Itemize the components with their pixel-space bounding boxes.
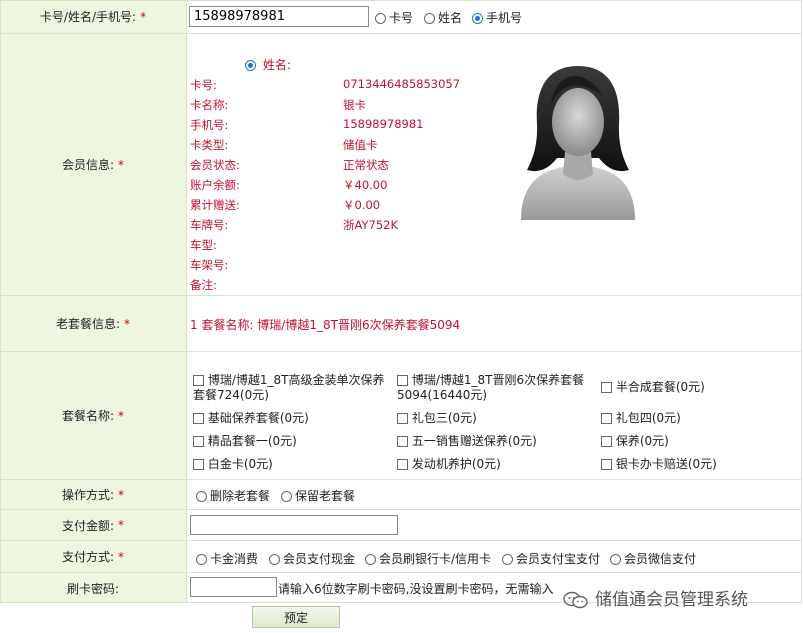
- female-avatar-icon: [521, 66, 635, 220]
- field-key: 会员状态:: [190, 158, 240, 172]
- payment-option-card[interactable]: 卡金消费: [196, 550, 258, 567]
- password-hint: 请输入6位数字刷卡密码,没设置刷卡密码，无需输入: [278, 582, 554, 596]
- search-input[interactable]: [189, 6, 369, 27]
- field-member-status: 正常状态: [343, 158, 389, 172]
- package-item[interactable]: 精品套餐一(0元): [193, 434, 297, 449]
- old-package-label: 老套餐信息: *: [0, 296, 187, 351]
- search-option-phone[interactable]: 手机号: [472, 9, 522, 26]
- package-item[interactable]: 五一销售赠送保养(0元): [397, 434, 537, 449]
- field-plate: 浙AY752K: [343, 218, 398, 232]
- radio-icon: [281, 491, 292, 502]
- field-card-no: 0713446485853057: [343, 77, 461, 91]
- operation-label: 操作方式: *: [0, 480, 187, 509]
- radio-icon: [269, 554, 280, 565]
- operation-row: 操作方式: * 删除老套餐 保留老套餐: [0, 480, 802, 510]
- checkbox-icon: [601, 436, 612, 447]
- checkbox-icon: [397, 375, 408, 386]
- checkbox-icon: [397, 413, 408, 424]
- payment-option-bank[interactable]: 会员刷银行卡/信用卡: [365, 550, 491, 567]
- checkbox-icon: [601, 413, 612, 424]
- radio-icon: [610, 554, 621, 565]
- amount-label: 支付金额: *: [0, 510, 187, 540]
- package-item[interactable]: 礼包三(0元): [397, 411, 477, 426]
- radio-icon: [375, 13, 386, 24]
- operation-option-keep[interactable]: 保留老套餐: [281, 487, 355, 504]
- field-card-type: 储值卡: [343, 138, 378, 152]
- package-item[interactable]: 白金卡(0元): [193, 457, 273, 472]
- checkbox-icon: [601, 459, 612, 470]
- radio-icon: [196, 491, 207, 502]
- watermark: 储值通会员管理系统: [563, 585, 748, 610]
- field-key: 卡类型:: [190, 138, 229, 152]
- field-bonus: ￥0.00: [343, 198, 381, 212]
- amount-row: 支付金额: *: [0, 510, 802, 541]
- package-item[interactable]: 保养(0元): [601, 434, 669, 449]
- field-key: 备注:: [190, 278, 217, 292]
- field-key: 账户余额:: [190, 178, 240, 192]
- old-package-row: 老套餐信息: * 1 套餐名称: 博瑞/博越1_8T晋刚6次保养套餐5094: [0, 296, 802, 352]
- field-key: 车架号:: [190, 258, 229, 272]
- package-item[interactable]: 博瑞/博越1_8T晋刚6次保养套餐 5094(16440元): [397, 373, 584, 403]
- checkbox-icon: [397, 459, 408, 470]
- package-item[interactable]: 发动机养护(0元): [397, 457, 501, 472]
- checkbox-icon: [193, 413, 204, 424]
- checkbox-icon: [601, 382, 612, 393]
- search-option-name[interactable]: 姓名: [424, 9, 462, 26]
- password-input[interactable]: [190, 577, 277, 597]
- package-item[interactable]: 基础保养套餐(0元): [193, 411, 309, 426]
- payment-label: 支付方式: *: [0, 541, 187, 572]
- packages-label: 套餐名称: *: [0, 352, 187, 479]
- search-label: 卡号/姓名/手机号: *: [0, 0, 187, 33]
- member-select-radio[interactable]: 姓名:: [245, 56, 291, 73]
- checkbox-icon: [193, 375, 204, 386]
- radio-selected-icon: [245, 60, 256, 71]
- package-item[interactable]: 礼包四(0元): [601, 411, 681, 426]
- operation-option-delete[interactable]: 删除老套餐: [196, 487, 270, 504]
- field-key: 车型:: [190, 238, 217, 252]
- field-key: 手机号:: [190, 118, 229, 132]
- wechat-icon: [563, 591, 588, 609]
- payment-row: 支付方式: * 卡金消费 会员支付现金 会员刷银行卡/信用卡 会员支付宝支付 会员…: [0, 541, 802, 573]
- checkbox-icon: [193, 459, 204, 470]
- search-option-card[interactable]: 卡号: [375, 9, 413, 26]
- checkbox-icon: [193, 436, 204, 447]
- password-label: 刷卡密码:: [0, 573, 187, 603]
- payment-option-cash[interactable]: 会员支付现金: [269, 550, 355, 567]
- radio-icon: [196, 554, 207, 565]
- radio-icon: [365, 554, 376, 565]
- amount-input[interactable]: [190, 515, 398, 535]
- checkbox-icon: [397, 436, 408, 447]
- package-item[interactable]: 半合成套餐(0元): [601, 380, 705, 395]
- package-item[interactable]: 博瑞/博越1_8T高级金装单次保养 套餐724(0元): [193, 373, 384, 403]
- field-key: 卡名称:: [190, 98, 229, 112]
- field-balance: ￥40.00: [343, 178, 388, 192]
- radio-icon: [502, 554, 513, 565]
- field-key: 卡号:: [190, 78, 217, 92]
- search-row: 卡号/姓名/手机号:* 卡号 姓名 手机号: [0, 0, 802, 34]
- radio-icon: [424, 13, 435, 24]
- reserve-button[interactable]: 预定: [252, 606, 340, 628]
- member-info-label: 会员信息: *: [0, 34, 187, 295]
- payment-option-wechat[interactable]: 会员微信支付: [610, 550, 696, 567]
- member-info-row: 会员信息: * 姓名: 卡号: 0713446485853057 卡名称: 银卡 …: [0, 34, 802, 296]
- package-item[interactable]: 银卡办卡赔送(0元): [601, 457, 717, 472]
- payment-option-alipay[interactable]: 会员支付宝支付: [502, 550, 600, 567]
- field-phone: 15898978981: [343, 117, 424, 131]
- field-key: 累计赠送:: [190, 198, 240, 212]
- packages-row: 套餐名称: * 博瑞/博越1_8T高级金装单次保养 套餐724(0元) 博瑞/博越1…: [0, 352, 802, 480]
- field-card-name: 银卡: [343, 98, 366, 112]
- old-package-text: 1 套餐名称: 博瑞/博越1_8T晋刚6次保养套餐5094: [190, 318, 461, 332]
- radio-selected-icon: [472, 13, 483, 24]
- field-key: 车牌号:: [190, 218, 229, 232]
